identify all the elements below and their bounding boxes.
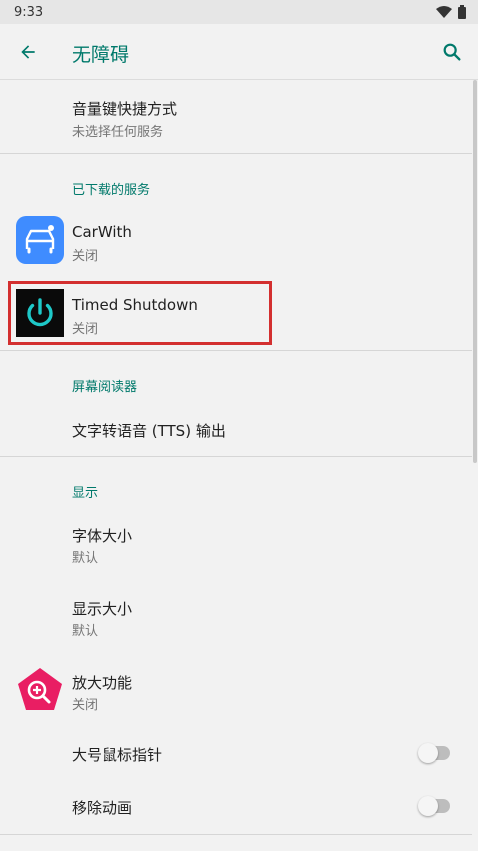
status-icons	[436, 5, 466, 19]
divider	[0, 350, 472, 351]
switch-thumb	[418, 796, 438, 816]
switch-thumb	[418, 743, 438, 763]
font-size-title: 字体大小	[72, 527, 133, 545]
tts-output-item[interactable]: 文字转语音 (TTS) 输出	[0, 402, 478, 454]
page-title: 无障碍	[72, 44, 130, 66]
status-time: 9:33	[14, 4, 44, 20]
magnification-item[interactable]: 放大功能 关闭	[0, 654, 478, 726]
large-pointer-title: 大号鼠标指针	[72, 746, 163, 764]
volume-shortcut-subtitle: 未选择任何服务	[72, 125, 164, 140]
font-size-subtitle: 默认	[72, 551, 99, 566]
magnification-subtitle: 关闭	[72, 698, 99, 713]
timed-shutdown-title: Timed Shutdown	[72, 296, 198, 314]
section-header-display: 显示	[72, 486, 99, 501]
section-header-screen-readers: 屏幕阅读器	[72, 380, 138, 395]
scrollbar[interactable]	[473, 80, 477, 463]
timed-shutdown-subtitle: 关闭	[72, 322, 99, 337]
remove-animations-title: 移除动画	[72, 799, 133, 817]
back-button[interactable]	[14, 38, 42, 66]
battery-icon	[458, 5, 466, 19]
carwith-title: CarWith	[72, 223, 132, 241]
magnification-icon	[16, 666, 64, 714]
font-size-item[interactable]: 字体大小 默认	[0, 508, 478, 580]
display-size-subtitle: 默认	[72, 624, 99, 639]
carwith-subtitle: 关闭	[72, 249, 99, 264]
tts-output-title: 文字转语音 (TTS) 输出	[72, 422, 226, 440]
volume-shortcut-item[interactable]: 音量键快捷方式 未选择任何服务	[0, 80, 478, 152]
timed-shutdown-item[interactable]: Timed Shutdown 关闭	[0, 278, 478, 348]
display-size-item[interactable]: 显示大小 默认	[0, 581, 478, 653]
volume-shortcut-title: 音量键快捷方式	[72, 100, 178, 118]
divider	[0, 456, 472, 457]
search-button[interactable]	[438, 38, 466, 66]
divider	[0, 153, 472, 154]
carwith-item[interactable]: CarWith 关闭	[0, 205, 478, 275]
magnification-title: 放大功能	[72, 674, 133, 692]
divider	[0, 834, 472, 835]
search-icon	[443, 43, 461, 61]
display-size-title: 显示大小	[72, 600, 133, 618]
section-header-downloaded-services: 已下载的服务	[72, 183, 151, 198]
app-bar: 无障碍	[0, 24, 478, 80]
carwith-app-icon	[16, 216, 64, 264]
large-pointer-switch[interactable]	[418, 743, 450, 763]
timed-shutdown-app-icon	[16, 289, 64, 337]
arrow-back-icon	[21, 45, 35, 59]
large-pointer-item[interactable]: 大号鼠标指针	[0, 727, 478, 779]
remove-animations-item[interactable]: 移除动画	[0, 780, 478, 832]
wifi-icon	[436, 6, 452, 18]
status-bar: 9:33	[0, 0, 478, 24]
remove-animations-switch[interactable]	[418, 796, 450, 816]
